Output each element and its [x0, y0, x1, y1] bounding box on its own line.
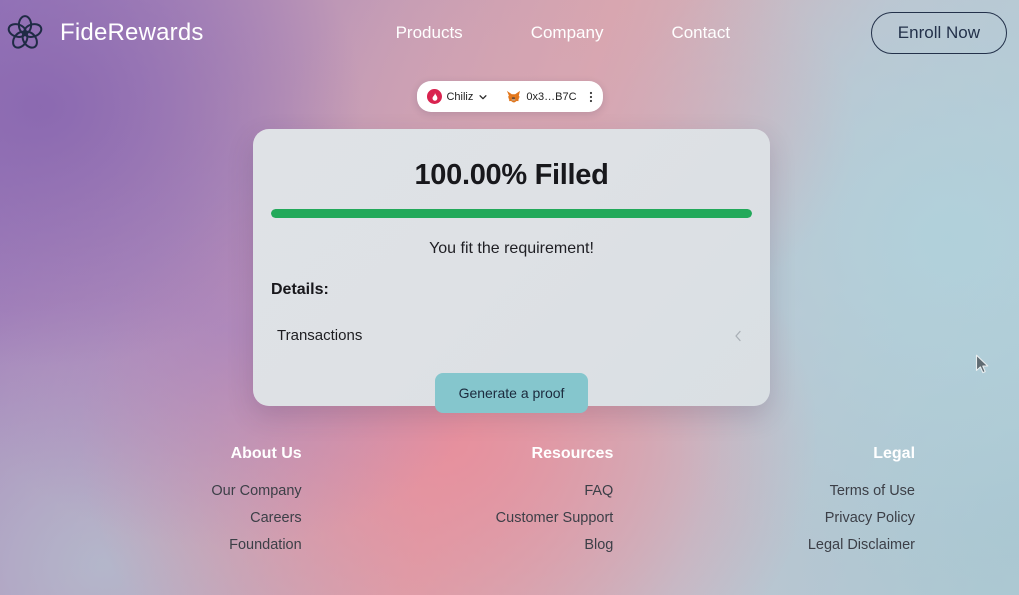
network-name: Chiliz [446, 90, 474, 103]
page-root: FideRewards Products Company Contact Enr… [0, 0, 1019, 595]
chiliz-token-icon [426, 89, 442, 104]
network-selector[interactable]: Chiliz [424, 86, 494, 107]
fill-progress-value [271, 209, 752, 218]
generate-proof-button[interactable]: Generate a proof [434, 373, 589, 413]
detail-row-label: Transactions [277, 327, 363, 344]
footer-link-privacy-policy[interactable]: Privacy Policy [613, 510, 915, 526]
primary-nav: Products Company Contact [396, 23, 730, 43]
site-footer: About Us Our Company Careers Foundation … [0, 445, 1019, 564]
wallet-connect-bar: Chiliz 0x3…B7C [416, 81, 603, 112]
chevron-left-icon[interactable] [732, 329, 744, 343]
enroll-now-button[interactable]: Enroll Now [870, 12, 1007, 54]
footer-link-customer-support[interactable]: Customer Support [312, 510, 614, 526]
chevron-down-icon [478, 92, 488, 102]
detail-row-transactions[interactable]: Transactions [271, 327, 752, 344]
wallet-address: 0x3…B7C [526, 90, 577, 103]
footer-link-terms-of-use[interactable]: Terms of Use [613, 483, 915, 499]
footer-column-resources: Resources FAQ Customer Support Blog [312, 445, 614, 564]
metamask-fox-icon [506, 90, 521, 104]
nav-link-contact[interactable]: Contact [671, 23, 730, 43]
footer-heading: Resources [531, 445, 614, 462]
footer-heading: Legal [873, 445, 916, 462]
kebab-menu-icon[interactable] [585, 89, 597, 105]
flower-logo-icon [4, 12, 46, 54]
footer-link-blog[interactable]: Blog [312, 537, 613, 553]
footer-link-careers[interactable]: Careers [0, 510, 302, 526]
site-header: FideRewards Products Company Contact Enr… [0, 0, 1019, 66]
nav-link-products[interactable]: Products [396, 23, 463, 43]
wallet-account[interactable]: 0x3…B7C [500, 87, 578, 107]
nav-link-company[interactable]: Company [531, 23, 604, 43]
footer-link-legal-disclaimer[interactable]: Legal Disclaimer [613, 537, 915, 553]
brand-name: FideRewards [60, 19, 204, 46]
proof-card: 100.00% Filled You fit the requirement! … [253, 129, 770, 413]
footer-link-faq[interactable]: FAQ [312, 483, 613, 499]
footer-link-foundation[interactable]: Foundation [0, 537, 302, 553]
footer-heading: About Us [230, 445, 302, 462]
fill-progress-bar [271, 209, 752, 218]
footer-link-our-company[interactable]: Our Company [0, 483, 301, 499]
filled-percentage-title: 100.00% Filled [414, 159, 609, 191]
details-heading: Details: [271, 281, 329, 298]
brand-logo[interactable]: FideRewards [0, 12, 204, 54]
requirement-status-text: You fit the requirement! [429, 240, 594, 257]
footer-column-about-us: About Us Our Company Careers Foundation [0, 445, 312, 564]
footer-column-legal: Legal Terms of Use Privacy Policy Legal … [613, 445, 915, 564]
